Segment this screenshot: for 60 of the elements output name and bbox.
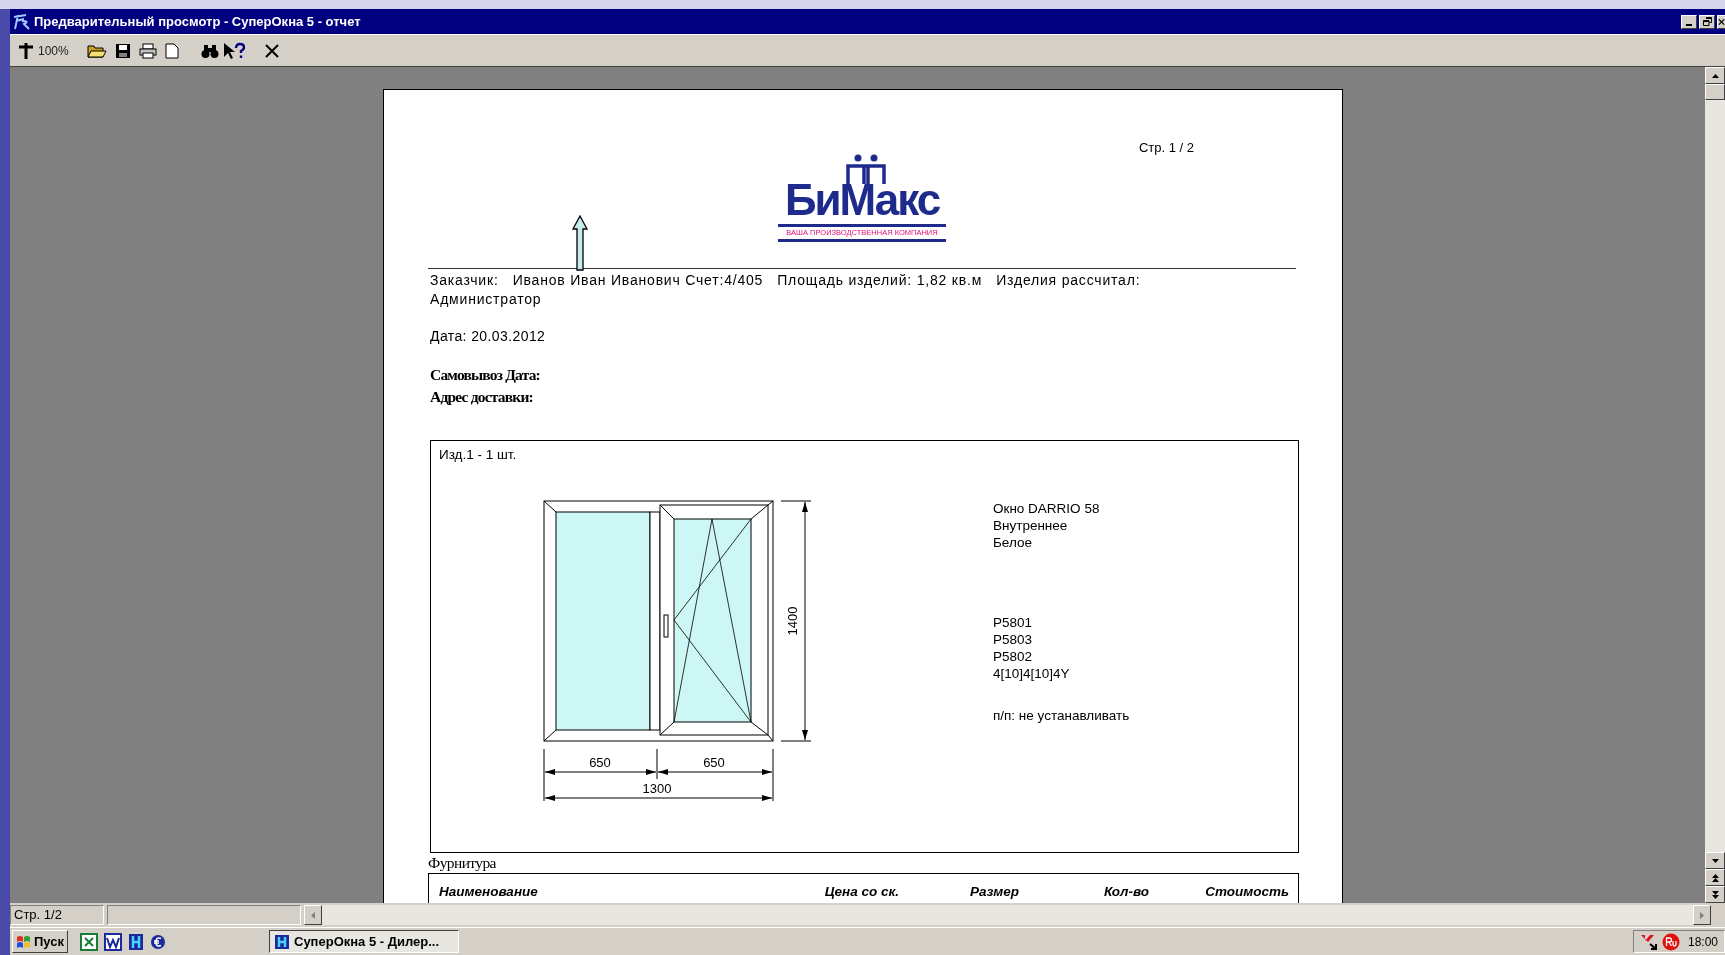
item-title: Изд.1 - 1 шт. — [439, 445, 518, 464]
start-button[interactable]: Пуск — [12, 930, 68, 953]
spec-line: Белое — [993, 533, 1033, 551]
dimension-label: 1400 — [785, 606, 800, 636]
scroll-thumb[interactable] — [1705, 84, 1725, 100]
document-app-icon[interactable] — [104, 932, 122, 951]
column-header: Размер — [970, 883, 1019, 899]
print-icon[interactable] — [138, 42, 157, 59]
zoom-level[interactable]: 100% — [38, 41, 69, 60]
spec-line: Окно DARRIO 58 — [993, 499, 1101, 517]
column-header: Наименование — [439, 883, 538, 899]
windows-flag-icon — [16, 934, 32, 949]
taskbar-button[interactable]: СуперОкна 5 - Дилер... — [269, 930, 459, 953]
status-page: Стр. 1/2 — [10, 905, 104, 925]
restore-button[interactable] — [1699, 14, 1715, 29]
previous-page-icon[interactable] — [1711, 873, 1719, 882]
window-title: Предварительный просмотр - СуперОкна 5 - отчет — [34, 12, 361, 31]
dimension-label: 650 — [589, 754, 611, 770]
k-tray-icon[interactable] — [1639, 933, 1658, 950]
spec-line: п/п: не устанавливать — [993, 706, 1130, 724]
currency-app-icon[interactable] — [150, 932, 166, 951]
open-folder-icon[interactable] — [86, 42, 107, 59]
dimension-label: 650 — [703, 754, 725, 770]
page-number: Стр. 1 / 2 — [1138, 139, 1194, 157]
dimension-label: 1300 — [642, 780, 672, 796]
clock: 18:00 — [1687, 933, 1718, 951]
close-button[interactable] — [1717, 14, 1725, 29]
spec-line: Внутреннее — [993, 516, 1069, 534]
column-header: Стоимость — [1205, 883, 1289, 899]
up-arrow-icon — [572, 215, 588, 271]
h-app-icon[interactable] — [128, 932, 144, 951]
spec-line: 4[10]4[10]4Y — [993, 664, 1071, 682]
minimize-button[interactable] — [1681, 14, 1697, 29]
customer-info: Заказчик: Иванов Иван Иванович Счет:4/405 Площадь изделий: 1,82 кв.м Изделия рассчитал: Администратор — [429, 270, 1142, 309]
language-icon[interactable] — [1661, 932, 1680, 951]
next-page-icon[interactable] — [1711, 890, 1719, 899]
pin-icon[interactable] — [18, 42, 34, 59]
spreadsheet-app-icon[interactable] — [80, 932, 98, 951]
h-app-icon — [274, 933, 290, 950]
page-icon[interactable] — [164, 42, 179, 59]
spec-line: P5802 — [993, 647, 1034, 665]
pickup-date: Самовывоз Дата: — [429, 364, 541, 385]
horizontal-scrollbar[interactable] — [304, 905, 1711, 925]
close-icon[interactable] — [264, 43, 279, 58]
order-date: Дата: 20.03.2012 — [429, 326, 547, 346]
column-header: Цена со ск. — [824, 883, 899, 899]
scroll-left-icon[interactable] — [311, 911, 315, 919]
app-icon — [12, 12, 32, 31]
scroll-up-icon[interactable] — [1711, 73, 1719, 78]
binoculars-icon[interactable] — [200, 42, 219, 59]
vertical-scrollbar[interactable] — [1705, 67, 1725, 903]
scroll-right-icon[interactable] — [1700, 911, 1704, 919]
section-title: Фурнитура — [428, 852, 497, 873]
spec-line: P5801 — [993, 613, 1034, 631]
help-pointer-icon[interactable] — [222, 41, 245, 60]
spec-line: P5803 — [993, 630, 1034, 648]
column-header: Кол-во — [1104, 883, 1149, 899]
scroll-down-icon[interactable] — [1711, 858, 1719, 863]
delivery-address: Адрес доставки: — [429, 386, 534, 407]
save-icon[interactable] — [114, 42, 131, 59]
